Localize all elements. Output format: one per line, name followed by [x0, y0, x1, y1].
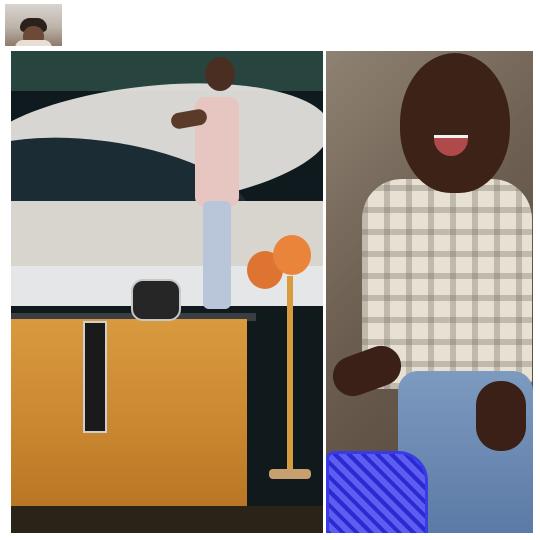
balloon-stand — [287, 276, 293, 471]
avatar-shirt — [15, 40, 52, 46]
right-image-panel[interactable] — [326, 51, 533, 533]
performer-legs — [203, 201, 231, 309]
performer-head — [205, 57, 235, 91]
left-image-panel[interactable] — [11, 51, 323, 533]
boy-head — [400, 53, 510, 193]
balloon — [273, 235, 311, 275]
balloon-stand-foot — [269, 469, 311, 479]
blue-basket — [326, 451, 428, 533]
table-cloth — [11, 319, 247, 509]
avatar[interactable] — [5, 4, 62, 46]
banner — [83, 321, 107, 433]
projector — [131, 279, 181, 321]
boy-hand — [476, 381, 526, 451]
floor — [11, 506, 323, 533]
